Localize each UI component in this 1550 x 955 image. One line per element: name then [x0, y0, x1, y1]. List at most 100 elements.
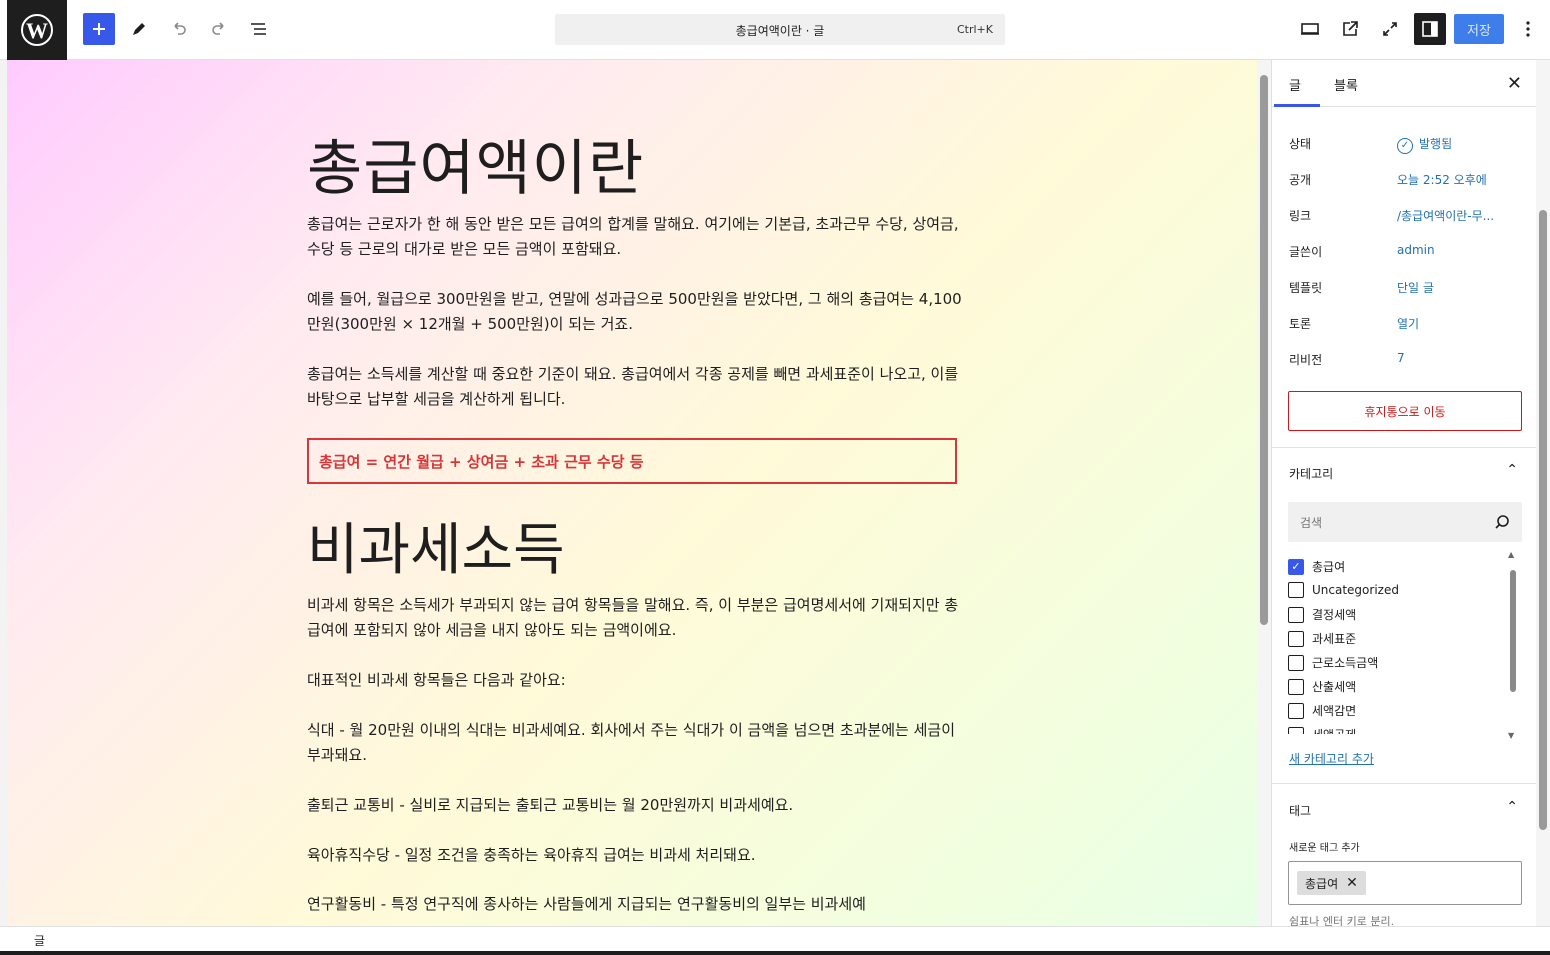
shortcut-hint: Ctrl+K [956, 23, 993, 36]
settings-toggle-button[interactable] [1414, 13, 1446, 45]
status-value[interactable]: ✓ 발행됨 [1397, 135, 1452, 154]
add-block-button[interactable] [83, 13, 115, 45]
paragraph-block[interactable]: 연구활동비 - 특정 연구직에 종사하는 사람들에게 지급되는 연구활동비의 일… [307, 892, 967, 917]
scroll-up-arrow-icon[interactable]: ▲ [1508, 550, 1514, 559]
editor-top-bar: W 총급여액이란 · 글 Ctrl+K 저장 [0, 0, 1550, 60]
redo-button[interactable] [203, 13, 235, 45]
paragraph-block[interactable]: 비과세 항목은 소득세가 부과되지 않는 급여 항목들을 말해요. 즉, 이 부… [307, 593, 967, 643]
checkbox[interactable] [1288, 606, 1304, 623]
tag-input-label: 새로운 태그 추가 [1289, 843, 1360, 854]
permalink-value[interactable]: /총급여액이란-무... [1397, 207, 1494, 224]
svg-text:W: W [26, 18, 48, 43]
scroll-thumb[interactable] [1260, 75, 1268, 625]
fullscreen-button[interactable] [1374, 13, 1406, 45]
checkbox-checked[interactable]: ✓ [1288, 558, 1304, 575]
post-title[interactable]: 총급여액이란 [307, 120, 644, 207]
paragraph-block[interactable]: 대표적인 비과세 항목들은 다음과 같아요: [307, 668, 967, 693]
desktop-icon [1301, 23, 1319, 35]
redo-icon [212, 22, 224, 35]
search-icon [1495, 515, 1509, 529]
add-new-category-link[interactable]: 새 카테고리 추가 [1289, 750, 1374, 767]
wordpress-icon: W [21, 14, 53, 46]
category-search-input[interactable]: 검색 [1288, 502, 1522, 542]
paragraph-block[interactable]: 총급여는 소득세를 계산할 때 중요한 기준이 돼요. 총급여에서 각종 공제를… [307, 362, 967, 412]
chevron-up-icon[interactable]: ⌃ [1506, 462, 1518, 478]
tab-post[interactable]: 글 [1289, 75, 1301, 94]
save-button[interactable]: 저장 [1454, 14, 1504, 44]
tag-panel-title[interactable]: 태그 [1289, 802, 1311, 819]
divider [1272, 447, 1550, 448]
revisions-value[interactable]: 7 [1397, 351, 1405, 365]
discussion-value[interactable]: 열기 [1397, 315, 1419, 332]
category-label: 과세표준 [1312, 632, 1357, 646]
editor-canvas[interactable]: 총급여액이란 총급여는 근로자가 한 해 동안 받은 모든 급여의 합계를 말해… [7, 60, 1257, 926]
paragraph-block[interactable]: 출퇴근 교통비 - 실비로 지급되는 출퇴근 교통비는 월 20만원까지 비과세… [307, 793, 967, 818]
breadcrumb[interactable]: 글 [34, 932, 45, 949]
paragraph-block[interactable]: 식대 - 월 20만원 이내의 식대는 비과세예요. 회사에서 주는 식대가 이… [307, 718, 967, 768]
tab-block[interactable]: 블록 [1334, 75, 1358, 94]
status-label: 상태 [1289, 137, 1312, 151]
revisions-label: 리비전 [1289, 353, 1323, 367]
preview-device-button[interactable] [1294, 13, 1326, 45]
published-check-icon: ✓ [1397, 138, 1413, 154]
category-scrollbar[interactable]: ▲ ▼ [1508, 550, 1518, 740]
move-to-trash-button[interactable]: 휴지통으로 이동 [1288, 391, 1522, 431]
undo-button[interactable] [163, 13, 195, 45]
checkbox[interactable] [1288, 654, 1304, 671]
remove-tag-icon[interactable]: ✕ [1346, 875, 1358, 891]
category-label: 산출세액 [1312, 680, 1357, 694]
link-label: 링크 [1289, 209, 1312, 223]
paragraph-block[interactable]: 총급여는 근로자가 한 해 동안 받은 모든 급여의 합계를 말해요. 여기에는… [307, 212, 967, 262]
category-label: 세액감면 [1312, 704, 1357, 718]
wordpress-logo-button[interactable]: W [7, 0, 67, 60]
category-item[interactable]: 근로소득금액 [1288, 654, 1378, 671]
visibility-label: 공개 [1289, 173, 1312, 187]
scroll-down-arrow-icon[interactable]: ▼ [1508, 731, 1514, 740]
tag-input[interactable]: 총급여 ✕ [1288, 861, 1522, 905]
category-item[interactable]: ✓ 총급여 [1288, 558, 1345, 575]
heading-block[interactable]: 비과세소득 [307, 505, 565, 586]
tools-button[interactable] [123, 13, 155, 45]
sidebar-scrollbar[interactable] [1536, 60, 1550, 926]
checkbox[interactable] [1288, 702, 1304, 719]
checkbox[interactable] [1288, 726, 1304, 734]
category-item[interactable]: 세액감면 [1288, 702, 1356, 719]
tag-chip: 총급여 ✕ [1297, 871, 1366, 895]
scroll-thumb[interactable] [1539, 210, 1547, 830]
category-item[interactable]: 산출세액 [1288, 678, 1356, 695]
paragraph-block[interactable]: 예를 들어, 월급으로 300만원을 받고, 연말에 성과급으로 500만원을 … [307, 287, 967, 337]
document-overview-button[interactable] [243, 13, 275, 45]
bottom-edge [0, 951, 1550, 955]
view-post-button[interactable] [1334, 13, 1366, 45]
checkbox[interactable] [1288, 630, 1304, 647]
command-palette-bar[interactable]: 총급여액이란 · 글 Ctrl+K [555, 14, 1005, 45]
publish-date-value[interactable]: 오늘 2:52 오후에 [1397, 171, 1487, 188]
options-menu-button[interactable] [1512, 13, 1544, 45]
category-item[interactable]: 세액공제 [1288, 726, 1356, 734]
discussion-label: 토론 [1289, 317, 1312, 331]
scroll-thumb[interactable] [1510, 570, 1516, 692]
canvas-scrollbar[interactable] [1257, 60, 1271, 926]
author-value[interactable]: admin [1397, 243, 1435, 257]
tag-chip-label: 총급여 [1305, 876, 1339, 891]
template-value[interactable]: 단일 글 [1397, 279, 1434, 296]
author-label: 글쓴이 [1289, 245, 1323, 259]
category-search-placeholder: 검색 [1300, 516, 1323, 530]
chevron-up-icon[interactable]: ⌃ [1506, 799, 1518, 815]
category-item[interactable]: Uncategorized [1288, 582, 1399, 598]
checkbox[interactable] [1288, 678, 1304, 695]
category-label: 근로소득금액 [1312, 656, 1379, 670]
category-list: ✓ 총급여 Uncategorized 결정세액 과세표준 근로소득금액 산출세… [1288, 556, 1512, 734]
pencil-icon [133, 23, 145, 35]
list-view-icon [251, 23, 266, 35]
category-item[interactable]: 과세표준 [1288, 630, 1356, 647]
category-panel-title[interactable]: 카테고리 [1289, 465, 1333, 482]
checkbox[interactable] [1288, 582, 1304, 598]
close-icon[interactable]: ✕ [1507, 73, 1522, 94]
category-item[interactable]: 결정세액 [1288, 606, 1356, 623]
paragraph-block[interactable]: 육아휴직수당 - 일정 조건을 충족하는 육아휴직 급여는 비과세 처리돼요. [307, 843, 967, 868]
sidebar-icon [1422, 21, 1438, 37]
formula-box[interactable]: 총급여 = 연간 월급 + 상여금 + 초과 근무 수당 등 [307, 438, 957, 484]
external-link-icon [1343, 21, 1358, 36]
category-label: 결정세액 [1312, 608, 1357, 622]
